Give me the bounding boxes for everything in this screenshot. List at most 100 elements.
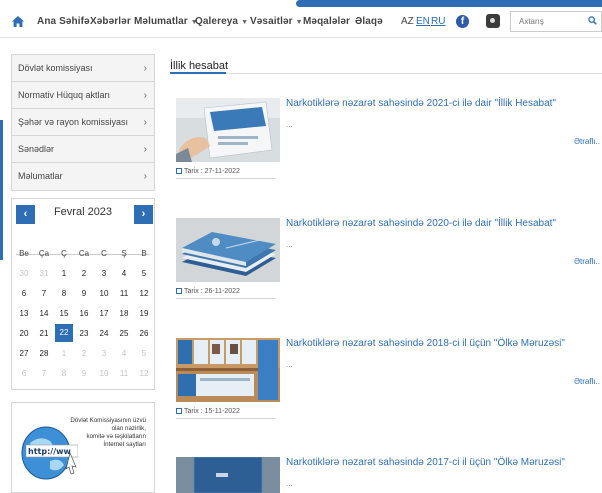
calendar-day[interactable]: 31 — [34, 263, 54, 283]
calendar-day[interactable]: 1 — [54, 343, 74, 363]
report-hand-image — [176, 98, 280, 162]
calendar-day[interactable]: 3 — [94, 263, 114, 283]
read-more-link[interactable]: Ətraflı.. — [574, 257, 600, 266]
lang-ru[interactable]: RU — [431, 16, 445, 27]
calendar-day[interactable]: 11 — [114, 363, 134, 383]
sidebar-item-state-commission[interactable]: Dövlət komissiyası › — [12, 55, 154, 82]
calendar-day[interactable]: 6 — [14, 283, 34, 303]
calendar-prev-button[interactable]: ‹ — [16, 205, 35, 224]
banner-text: Dövlət Komissiyasının üzvü olan nazirlik… — [56, 417, 146, 449]
calendar-day[interactable]: 26 — [134, 323, 154, 343]
calendar-day[interactable]: 30 — [14, 263, 34, 283]
calendar-day[interactable]: 6 — [14, 363, 34, 383]
banner-text-line: İnternet saytları — [103, 441, 146, 448]
calendar-day[interactable]: 13 — [14, 303, 34, 323]
home-icon[interactable] — [11, 15, 25, 28]
calendar-day[interactable]: 18 — [114, 303, 134, 323]
nav-item-articles[interactable]: Məqalələr — [303, 16, 350, 27]
banner-text-line: komitə və təşkilatların — [86, 433, 147, 440]
article-thumbnail[interactable] — [176, 218, 280, 282]
search-icon[interactable] — [588, 16, 597, 25]
calendar-icon — [176, 408, 182, 414]
calendar-day[interactable]: 2 — [74, 263, 94, 283]
calendar-day-number: 9 — [81, 368, 87, 378]
calendar-day[interactable]: 5 — [134, 263, 154, 283]
nav-item-gallery[interactable]: Qalereya ▼ — [195, 16, 248, 27]
calendar-day[interactable]: 12 — [134, 363, 154, 383]
sidebar-item-documents[interactable]: Sənədlər › — [12, 136, 154, 163]
calendar-day[interactable]: 12 — [134, 283, 154, 303]
nav-item-home[interactable]: Ana Səhifə — [37, 16, 90, 27]
calendar-day[interactable]: 9 — [74, 363, 94, 383]
calendar-day[interactable]: 5 — [134, 343, 154, 363]
calendar-day[interactable]: 1 — [54, 263, 74, 283]
calendar-day[interactable]: 28 — [34, 343, 54, 363]
lang-en[interactable]: EN — [416, 16, 430, 27]
article-thumbnail[interactable] — [176, 457, 280, 493]
article-thumbnail[interactable] — [176, 338, 280, 402]
calendar-day-number: 26 — [139, 328, 149, 338]
calendar-day[interactable]: 4 — [114, 263, 134, 283]
calendar-day[interactable]: 7 — [34, 283, 54, 303]
nav-item-label: Məqalələr — [303, 16, 351, 27]
calendar-day[interactable]: 15 — [54, 303, 74, 323]
sidebar-item-information[interactable]: Məlumatlar › — [12, 163, 154, 190]
calendar-day[interactable]: 8 — [54, 283, 74, 303]
calendar-day[interactable]: 25 — [114, 323, 134, 343]
calendar-day-number: 21 — [39, 328, 49, 338]
sidebar-item-legal-acts[interactable]: Normativ Hüquq aktları › — [12, 82, 154, 109]
nav-item-info[interactable]: Məlumatlar ▼ — [134, 16, 198, 27]
sidebar-item-city-commission[interactable]: Şəhər və rayon komissiyası › — [12, 109, 154, 136]
nav-item-contact[interactable]: Əlaqə — [355, 16, 383, 27]
calendar-day[interactable]: 24 — [94, 323, 114, 343]
calendar-next-button[interactable]: › — [134, 205, 153, 224]
ministries-websites-banner[interactable]: http://ww Dövlət Komissiyasının üzvü ola… — [11, 402, 155, 493]
calendar-day[interactable]: 10 — [94, 283, 114, 303]
lang-az[interactable]: AZ — [401, 16, 414, 27]
calendar-weekday: Ça — [38, 248, 50, 258]
calendar-day[interactable]: 27 — [14, 343, 34, 363]
nav-item-label: Qalereya — [195, 16, 239, 27]
calendar-day[interactable]: 8 — [54, 363, 74, 383]
calendar-day[interactable]: 4 — [114, 343, 134, 363]
calendar-day[interactable]: 19 — [134, 303, 154, 323]
left-edge-accent — [0, 120, 3, 260]
calendar-day-number: 17 — [99, 308, 109, 318]
article-excerpt: ... — [286, 479, 293, 488]
calendar-day[interactable]: 17 — [94, 303, 114, 323]
calendar-day[interactable]: 3 — [94, 343, 114, 363]
calendar-day-number: 9 — [81, 288, 87, 298]
read-more-link[interactable]: Ətraflı.. — [574, 137, 600, 146]
nav-item-resources[interactable]: Vəsaitlər ▼ — [250, 16, 303, 27]
calendar-day-today[interactable]: 22 — [54, 323, 74, 343]
calendar-day[interactable]: 10 — [94, 363, 114, 383]
calendar-day[interactable]: 20 — [14, 323, 34, 343]
calendar-day[interactable]: 11 — [114, 283, 134, 303]
search-input[interactable] — [511, 12, 581, 31]
calendar-day-number: 5 — [141, 348, 147, 358]
calendar-day-number: 12 — [139, 288, 149, 298]
calendar-day[interactable]: 2 — [74, 343, 94, 363]
article-title[interactable]: Narkotiklərə nəzarət sahəsində 2018-ci i… — [286, 338, 565, 349]
calendar-day[interactable]: 9 — [74, 283, 94, 303]
calendar-day-number: 1 — [61, 268, 67, 278]
facebook-icon[interactable]: f — [456, 15, 469, 28]
instagram-icon[interactable] — [486, 14, 500, 28]
article-card: Tarix : 27-11-2022 Narkotiklərə nəzarət … — [176, 98, 602, 188]
article-thumbnail[interactable] — [176, 98, 280, 162]
nav-item-news[interactable]: Xəbərlər — [90, 16, 131, 27]
report-shelf-image — [176, 338, 280, 402]
calendar-day[interactable]: 23 — [74, 323, 94, 343]
calendar-day[interactable]: 7 — [34, 363, 54, 383]
article-title[interactable]: Narkotiklərə nəzarət sahəsində 2017-ci i… — [286, 457, 565, 468]
article-title[interactable]: Narkotiklərə nəzarət sahəsində 2020-ci i… — [286, 218, 556, 229]
caret-down-icon: ▼ — [295, 19, 303, 26]
calendar-day-number: 18 — [119, 308, 129, 318]
chevron-right-icon: › — [143, 90, 147, 101]
calendar-day[interactable]: 21 — [34, 323, 54, 343]
read-more-link[interactable]: Ətraflı.. — [574, 377, 600, 386]
calendar-day[interactable]: 16 — [74, 303, 94, 323]
article-title[interactable]: Narkotiklərə nəzarət sahəsində 2021-ci i… — [286, 98, 556, 109]
calendar-day[interactable]: 14 — [34, 303, 54, 323]
calendar-day-number: 4 — [121, 268, 127, 278]
